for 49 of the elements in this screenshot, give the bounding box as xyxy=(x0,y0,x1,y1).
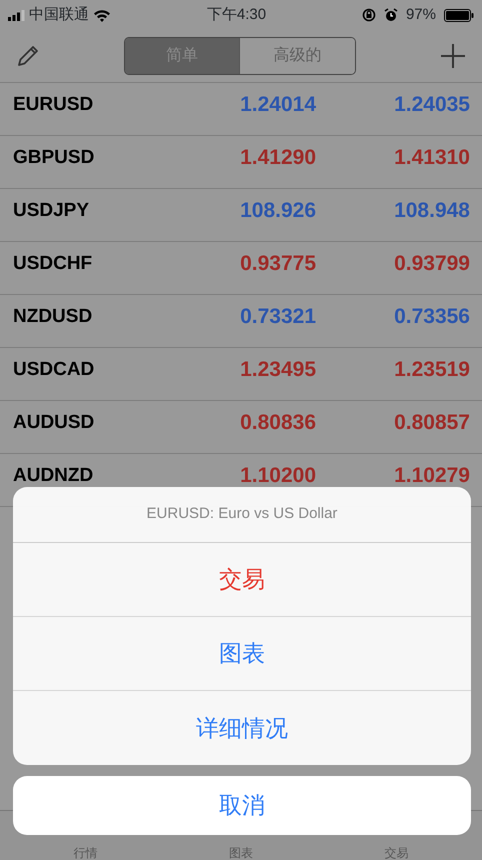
symbol-name: USDCHF xyxy=(13,252,94,276)
quote-row[interactable]: NZDUSD 0.73321 0.73356 xyxy=(0,295,482,348)
ask-price: 0.80857 xyxy=(393,411,470,435)
wifi-icon xyxy=(93,8,111,22)
tab-label[interactable]: 行情 xyxy=(74,846,98,860)
add-icon[interactable] xyxy=(440,43,466,69)
status-time: 下午4:30 xyxy=(206,4,266,25)
signal-icon xyxy=(8,10,25,20)
ask-price: 1.41310 xyxy=(393,146,470,170)
tab-label[interactable]: 交易 xyxy=(384,846,408,860)
bid-price: 0.93775 xyxy=(239,252,316,276)
ask-price: 0.73356 xyxy=(393,305,470,329)
ask-price: 1.24035 xyxy=(393,93,470,117)
quote-row[interactable]: EURUSD 1.24014 1.24035 xyxy=(0,83,482,136)
sheet-title: EURUSD: Euro vs US Dollar xyxy=(13,487,471,543)
battery-percent: 97% xyxy=(406,4,436,25)
rotation-lock-icon xyxy=(362,8,376,22)
symbol-name: USDJPY xyxy=(13,198,90,223)
pencil-icon[interactable] xyxy=(16,44,40,68)
alarm-icon xyxy=(384,8,398,22)
bid-price: 108.926 xyxy=(239,199,316,223)
ask-price: 1.10279 xyxy=(393,464,470,488)
bid-price: 0.73321 xyxy=(239,305,316,329)
ask-price: 1.23519 xyxy=(393,358,470,382)
ask-price: 108.948 xyxy=(393,199,470,223)
ask-price: 0.93799 xyxy=(393,252,470,276)
bid-price: 1.23495 xyxy=(239,358,316,382)
bid-price: 0.80836 xyxy=(239,411,316,435)
action-button[interactable]: 交易 xyxy=(13,543,471,617)
symbol-name: USDCAD xyxy=(13,358,96,382)
symbol-name: AUDNZD xyxy=(13,464,94,488)
action-button[interactable]: 详细情况 xyxy=(13,691,471,765)
quote-row[interactable]: USDJPY 108.926 108.948 xyxy=(0,189,482,242)
cancel-button[interactable]: 取消 xyxy=(13,776,471,835)
quote-row[interactable]: AUDUSD 0.80836 0.80857 xyxy=(0,401,482,454)
bid-price: 1.24014 xyxy=(239,93,316,117)
quote-row[interactable]: GBPUSD 1.41290 1.41310 xyxy=(0,136,482,189)
quote-row[interactable]: USDCAD 1.23495 1.23519 xyxy=(0,348,482,401)
tab-label[interactable]: 图表 xyxy=(228,846,253,860)
symbol-name: EURUSD xyxy=(13,92,94,117)
bid-price: 1.41290 xyxy=(239,146,316,170)
symbol-name: AUDUSD xyxy=(13,410,96,435)
carrier-name: 中国联通 xyxy=(29,4,89,25)
symbol-name: GBPUSD xyxy=(13,146,96,170)
battery-icon xyxy=(444,8,474,22)
bid-price: 1.10200 xyxy=(239,464,316,488)
symbol-name: NZDUSD xyxy=(13,304,94,329)
action-button[interactable]: 图表 xyxy=(13,617,471,691)
quote-row[interactable]: USDCHF 0.93775 0.93799 xyxy=(0,242,482,295)
